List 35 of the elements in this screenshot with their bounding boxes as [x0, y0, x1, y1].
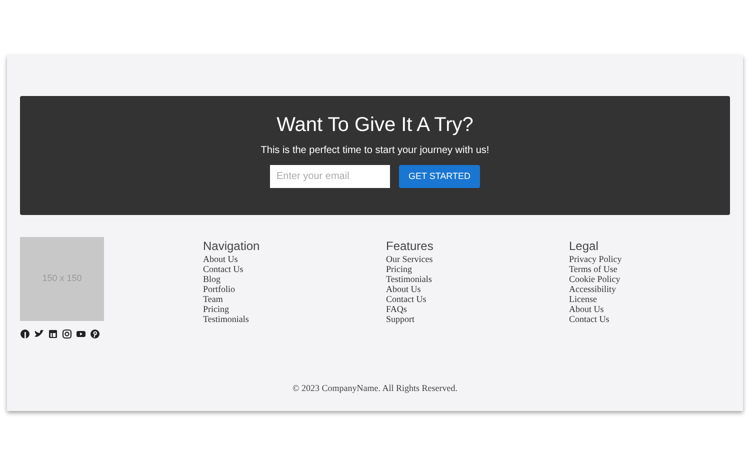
- footer-link[interactable]: Testimonials: [203, 314, 249, 324]
- footer-link[interactable]: Cookie Policy: [569, 274, 620, 284]
- column-heading: Navigation: [203, 239, 261, 253]
- camera-icon[interactable]: [62, 329, 72, 339]
- footer-link[interactable]: Support: [386, 314, 415, 324]
- pin-icon[interactable]: [90, 329, 100, 339]
- footer-link[interactable]: About Us: [203, 254, 238, 264]
- footer-link[interactable]: Pricing: [386, 264, 412, 274]
- footer-link[interactable]: About Us: [569, 304, 604, 314]
- footer-link[interactable]: FAQs: [386, 304, 407, 314]
- get-started-button[interactable]: GET STARTED: [399, 165, 480, 188]
- square-icon[interactable]: [48, 329, 58, 339]
- bird-icon[interactable]: [34, 329, 44, 339]
- column-heading: Legal: [569, 239, 600, 253]
- footer-link[interactable]: Terms of Use: [569, 264, 618, 274]
- footer-link[interactable]: Team: [203, 294, 223, 304]
- footer-link[interactable]: About Us: [386, 284, 421, 294]
- footer-link[interactable]: Our Services: [386, 254, 433, 264]
- footer-link[interactable]: Contact Us: [569, 314, 610, 324]
- footer-link[interactable]: Contact Us: [386, 294, 426, 304]
- footer-link[interactable]: Pricing: [203, 304, 229, 314]
- play-icon[interactable]: [76, 329, 86, 339]
- footer-link[interactable]: Portfolio: [203, 284, 236, 294]
- copyright-text: © 2023 CompanyName. All Rights Reserved.: [292, 383, 458, 393]
- footer-link[interactable]: Accessibility: [569, 284, 616, 294]
- email-field[interactable]: Enter your email: [270, 165, 390, 188]
- circle-icon[interactable]: [20, 329, 30, 339]
- footer-link[interactable]: Testimonials: [386, 274, 432, 284]
- footer-link[interactable]: License: [569, 294, 597, 304]
- column-heading: Features: [386, 239, 434, 253]
- footer-link[interactable]: Contact Us: [203, 264, 244, 274]
- footer-link[interactable]: Blog: [203, 274, 221, 284]
- footer-link[interactable]: Privacy Policy: [569, 254, 622, 264]
- banner-title: Want To Give It A Try?: [276, 113, 474, 137]
- banner-subtitle: This is the perfect time to start your journey with us!: [260, 145, 490, 157]
